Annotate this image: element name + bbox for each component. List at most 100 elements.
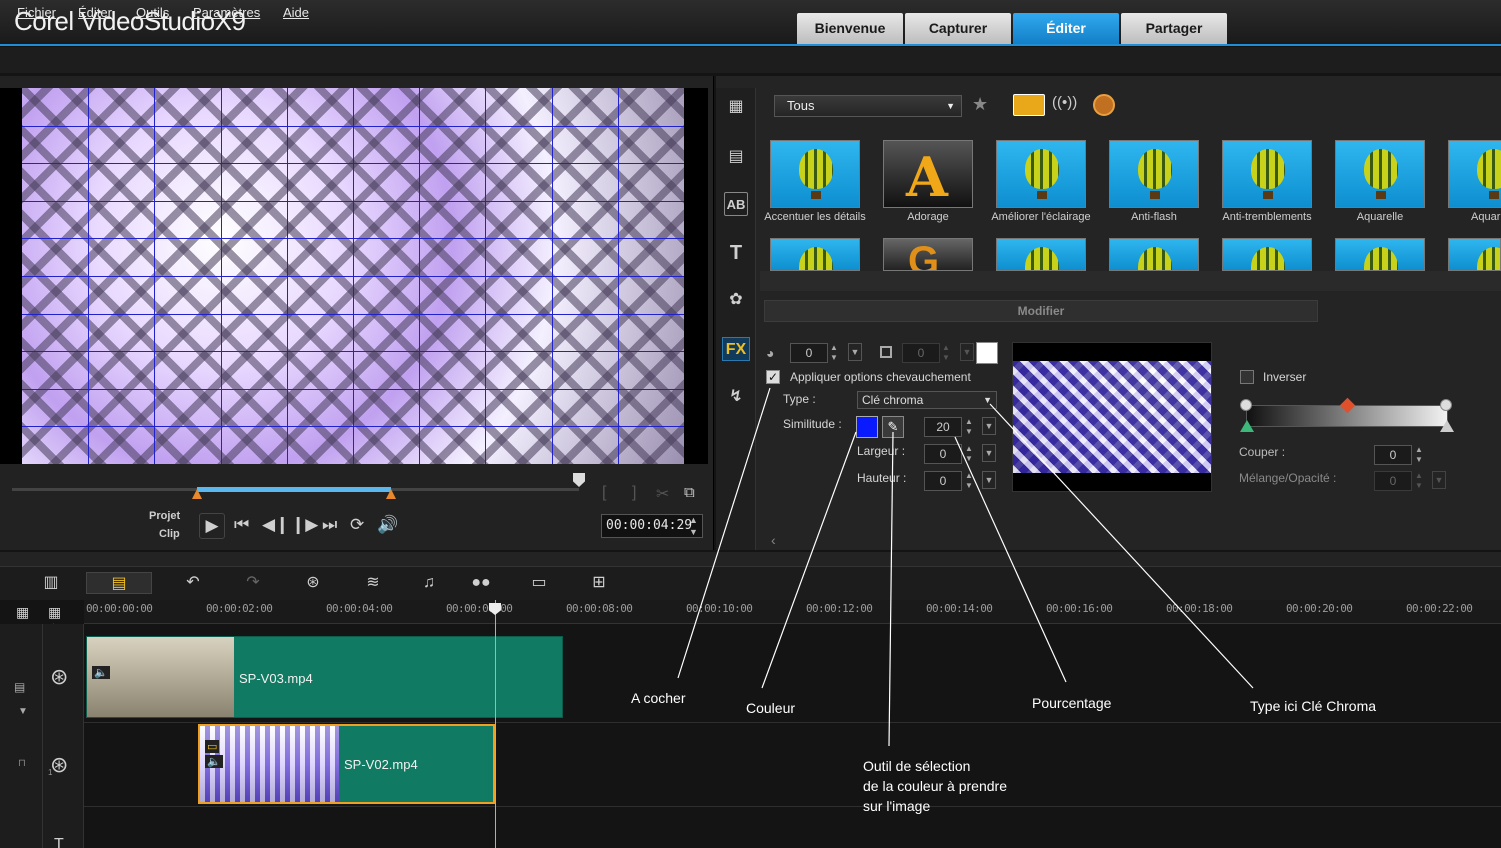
- tab-bienvenue[interactable]: Bienvenue: [797, 13, 903, 44]
- project-mode-label[interactable]: Projet: [149, 510, 180, 522]
- invert-checkbox[interactable]: [1240, 370, 1254, 384]
- menu-aide[interactable]: Aide: [283, 5, 309, 20]
- redo-icon[interactable]: ↷: [238, 572, 268, 594]
- stepper-icon[interactable]: ▲ ▼: [965, 444, 973, 464]
- effect-thumb[interactable]: A: [883, 140, 973, 208]
- width-input[interactable]: 0: [924, 444, 962, 464]
- effect-thumb[interactable]: [1448, 238, 1501, 271]
- effect-thumb[interactable]: [1109, 140, 1199, 208]
- storyboard-view-icon[interactable]: ▥: [36, 572, 66, 594]
- similarity-input[interactable]: 20: [924, 417, 962, 437]
- timecode-stepper-icon[interactable]: ▲ ▼: [689, 514, 698, 538]
- effect-thumb[interactable]: [770, 238, 860, 271]
- fx-icon[interactable]: FX: [722, 337, 750, 361]
- expand-tracks-icon[interactable]: ▼: [18, 706, 28, 717]
- transition-icon[interactable]: AB: [724, 192, 748, 216]
- split-clip-icon[interactable]: ✂: [656, 484, 669, 504]
- playhead[interactable]: [495, 600, 496, 848]
- volume-icon[interactable]: 🔊: [377, 515, 398, 535]
- menu-parametres[interactable]: Paramètres: [193, 5, 260, 20]
- title-icon[interactable]: T: [722, 241, 750, 265]
- track-settings-icon[interactable]: ▤: [14, 680, 25, 694]
- menu-outils[interactable]: Outils: [136, 5, 169, 20]
- timecode-field[interactable]: 00:00:04:29: [601, 514, 703, 538]
- subtitle-editor-icon[interactable]: ▭: [524, 572, 554, 594]
- enlarge-preview-icon[interactable]: ⧉: [684, 484, 695, 501]
- crop-input[interactable]: 0: [1374, 445, 1412, 465]
- collapse-icon[interactable]: ‹: [771, 532, 776, 548]
- clip-mode-label[interactable]: Clip: [159, 528, 180, 540]
- effect-thumb[interactable]: [1222, 238, 1312, 271]
- mark-out-icon[interactable]: ]: [632, 484, 636, 502]
- effect-thumb[interactable]: G: [883, 238, 973, 271]
- effect-thumb[interactable]: [996, 238, 1086, 271]
- blend-input[interactable]: 0: [1374, 471, 1412, 491]
- sound-mixer-icon[interactable]: ≋: [358, 572, 388, 594]
- chapter-icon[interactable]: ▦: [48, 604, 61, 621]
- filter-select[interactable]: Tous ▼: [774, 95, 962, 117]
- stepper-icon[interactable]: ▲ ▼: [942, 343, 950, 363]
- video-track-icon[interactable]: ⊛: [50, 664, 68, 690]
- type-select[interactable]: Clé chroma ▼: [857, 391, 997, 409]
- path-icon[interactable]: ↯: [722, 385, 750, 409]
- tab-partager[interactable]: Partager: [1121, 13, 1227, 44]
- audio-filter-icon[interactable]: ((•)): [1052, 94, 1077, 111]
- mark-in-handle[interactable]: [192, 489, 202, 499]
- mark-out-handle[interactable]: [386, 489, 396, 499]
- modify-header[interactable]: Modifier: [764, 300, 1318, 322]
- record-capture-icon[interactable]: ⊛: [298, 572, 328, 594]
- multi-camera-icon[interactable]: ⊞: [584, 572, 614, 594]
- chevron-down-icon[interactable]: ▼: [982, 444, 996, 462]
- timeline-view-icon[interactable]: ▤: [86, 572, 152, 594]
- previous-frame-icon[interactable]: ◀❙: [262, 515, 289, 535]
- crop-end-marker[interactable]: [1440, 420, 1454, 432]
- title-track-icon[interactable]: T: [54, 836, 64, 848]
- crop-start-marker[interactable]: [1240, 420, 1254, 432]
- media-icon[interactable]: ▦: [722, 95, 750, 119]
- repeat-icon[interactable]: ⟳: [350, 515, 364, 535]
- chevron-down-icon[interactable]: ▼: [982, 417, 996, 435]
- menu-fichier[interactable]: Fichier: [17, 5, 56, 20]
- effect-thumb[interactable]: [1222, 140, 1312, 208]
- instant-project-icon[interactable]: ▤: [722, 145, 750, 169]
- motion-tracking-icon[interactable]: ●●: [466, 572, 496, 594]
- video-preview[interactable]: [22, 88, 684, 464]
- effect-thumb[interactable]: [1448, 140, 1501, 208]
- stepper-icon[interactable]: ▲ ▼: [830, 343, 838, 363]
- chevron-down-icon[interactable]: ▼: [1432, 471, 1446, 489]
- effect-thumb[interactable]: [770, 140, 860, 208]
- tab-capturer[interactable]: Capturer: [905, 13, 1011, 44]
- undo-icon[interactable]: ↶: [178, 572, 208, 594]
- chevron-down-icon[interactable]: ▼: [960, 343, 974, 361]
- stepper-icon[interactable]: ▲ ▼: [1415, 471, 1423, 491]
- shadow-size-input[interactable]: 0: [902, 343, 940, 363]
- lock-icon[interactable]: ⊓: [18, 758, 26, 769]
- splitter[interactable]: [0, 552, 1501, 566]
- stepper-icon[interactable]: ▲ ▼: [1415, 445, 1423, 465]
- next-frame-icon[interactable]: ❙▶: [291, 515, 318, 535]
- eyedropper-icon[interactable]: ✎: [882, 416, 904, 438]
- mark-in-icon[interactable]: [: [602, 484, 606, 502]
- track-manager-icon[interactable]: ▦: [16, 604, 29, 621]
- height-input[interactable]: 0: [924, 471, 962, 491]
- menu-editer[interactable]: Éditer: [78, 5, 112, 20]
- reel-icon[interactable]: [1093, 94, 1115, 116]
- key-color-swatch[interactable]: [856, 416, 878, 438]
- effect-thumb[interactable]: [1109, 238, 1199, 271]
- overlay-track-icon[interactable]: ⊛: [50, 752, 68, 778]
- border-color-swatch[interactable]: [976, 342, 998, 364]
- effect-thumb[interactable]: [1335, 140, 1425, 208]
- graphic-icon[interactable]: ✿: [722, 288, 750, 312]
- gradient-end-handle[interactable]: [1440, 399, 1452, 411]
- video-filter-icon[interactable]: [1013, 94, 1045, 116]
- chevron-down-icon[interactable]: ▼: [848, 343, 862, 361]
- effect-thumb[interactable]: [1335, 238, 1425, 271]
- gradient-start-handle[interactable]: [1240, 399, 1252, 411]
- end-icon[interactable]: ⏭: [322, 515, 337, 535]
- stepper-icon[interactable]: ▲ ▼: [965, 471, 973, 491]
- effect-thumb[interactable]: [996, 140, 1086, 208]
- add-favorite-icon[interactable]: ★: [972, 94, 988, 115]
- chevron-down-icon[interactable]: ▼: [982, 471, 996, 489]
- tab-editer[interactable]: Éditer: [1013, 13, 1119, 44]
- home-icon[interactable]: ⏮: [234, 515, 249, 535]
